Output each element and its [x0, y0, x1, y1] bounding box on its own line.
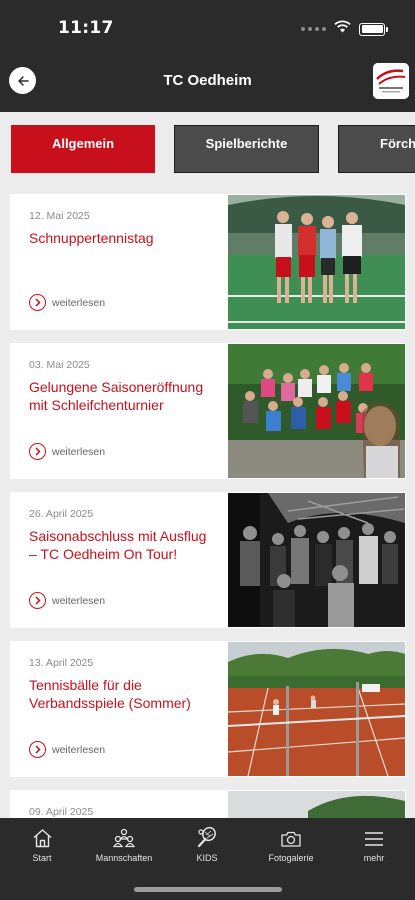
menu-icon: [365, 832, 383, 846]
app-screen: 11:17 TC Oedheim Allgemein Spielberichte…: [0, 0, 415, 900]
news-title[interactable]: Tennisbälle für die Verbandsspiele (Somm…: [29, 676, 216, 712]
news-photo[interactable]: [228, 642, 405, 776]
read-more-label: weiterlesen: [52, 445, 106, 458]
nav-fotogalerie[interactable]: Fotogalerie: [251, 826, 331, 863]
cellular-signal-icon: [301, 27, 326, 31]
news-card[interactable]: 13. April 2025 Tennisbälle für die Verba…: [10, 641, 406, 777]
chevron-right-icon: [29, 294, 46, 311]
wifi-icon: [334, 20, 351, 38]
nav-label: Fotogalerie: [268, 853, 314, 863]
news-date: 26. April 2025: [29, 508, 94, 520]
tab-spielberichte[interactable]: Spielberichte: [174, 125, 319, 173]
nav-mannschaften[interactable]: Mannschaften: [84, 826, 164, 863]
status-icons: [301, 20, 388, 38]
chevron-right-icon: [29, 592, 46, 609]
read-more-link[interactable]: weiterlesen: [29, 741, 105, 758]
news-date: 12. Mai 2025: [29, 210, 90, 222]
nav-mehr[interactable]: mehr: [334, 826, 414, 863]
home-indicator: [134, 887, 282, 892]
club-logo[interactable]: [373, 63, 409, 99]
read-more-label: weiterlesen: [52, 743, 106, 756]
status-time: 11:17: [58, 18, 114, 38]
news-date: 09. April 2025: [29, 806, 94, 818]
nav-kids[interactable]: KIDS: [167, 826, 247, 863]
news-card[interactable]: 12. Mai 2025 Schnuppertennistag weiterle…: [10, 194, 406, 330]
read-more-link[interactable]: weiterlesen: [29, 443, 105, 460]
battery-icon: [359, 22, 388, 36]
nav-label: Mannschaften: [95, 853, 153, 863]
news-title[interactable]: Schnuppertennistag: [29, 229, 216, 247]
nav-label: mehr: [363, 853, 385, 863]
tennis-racket-icon: [197, 826, 216, 848]
category-tabs: Allgemein Spielberichte Förch: [0, 112, 415, 182]
nav-start[interactable]: Start: [2, 826, 82, 863]
page-title: TC Oedheim: [163, 72, 252, 89]
news-photo[interactable]: [228, 195, 405, 329]
news-title[interactable]: Gelungene Saisoneröffnung mit Schleifche…: [29, 378, 216, 414]
read-more-label: weiterlesen: [52, 594, 106, 607]
news-card[interactable]: 03. Mai 2025 Gelungene Saisoneröffnung m…: [10, 343, 406, 479]
news-photo[interactable]: [228, 344, 405, 478]
nav-label: KIDS: [196, 853, 218, 863]
read-more-label: weiterlesen: [52, 296, 106, 309]
top-bar: 11:17 TC Oedheim: [0, 0, 415, 112]
home-icon: [33, 829, 51, 848]
news-card[interactable]: 26. April 2025 Saisonabschluss mit Ausfl…: [10, 492, 406, 628]
team-icon: [112, 828, 136, 848]
news-date: 03. Mai 2025: [29, 359, 90, 371]
news-title[interactable]: Saisonabschluss mit Ausflug – TC Oedheim…: [29, 527, 216, 563]
news-photo[interactable]: [228, 493, 405, 627]
chevron-right-icon: [29, 443, 46, 460]
camera-icon: [281, 831, 301, 847]
tab-allgemein[interactable]: Allgemein: [11, 125, 155, 173]
tab-foerderverein[interactable]: Förch: [338, 125, 415, 173]
news-list: 12. Mai 2025 Schnuppertennistag weiterle…: [10, 194, 406, 900]
chevron-right-icon: [29, 741, 46, 758]
read-more-link[interactable]: weiterlesen: [29, 294, 105, 311]
read-more-link[interactable]: weiterlesen: [29, 592, 105, 609]
nav-label: Start: [32, 853, 52, 863]
news-date: 13. April 2025: [29, 657, 94, 669]
